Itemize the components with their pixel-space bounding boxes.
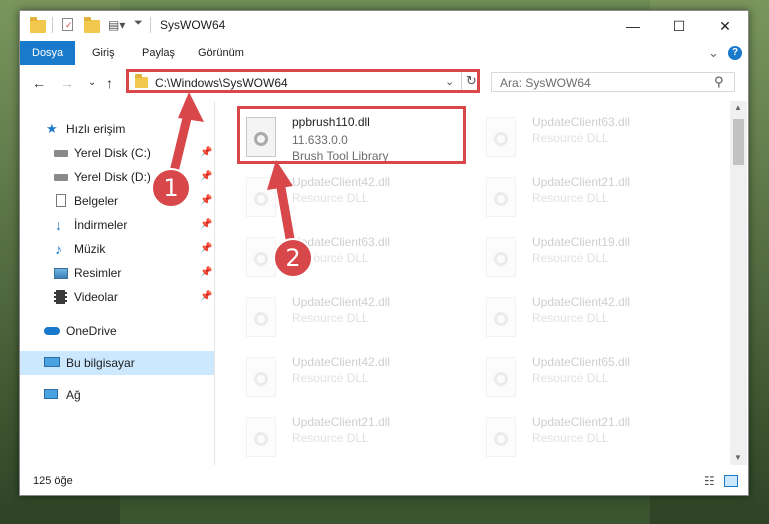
- annotation-arrows: [167, 92, 297, 255]
- arrow-1-head: [178, 92, 204, 122]
- arrow-2-head: [267, 160, 293, 190]
- step-badge-2: 2: [273, 238, 313, 278]
- step-badge-1: 1: [151, 168, 191, 208]
